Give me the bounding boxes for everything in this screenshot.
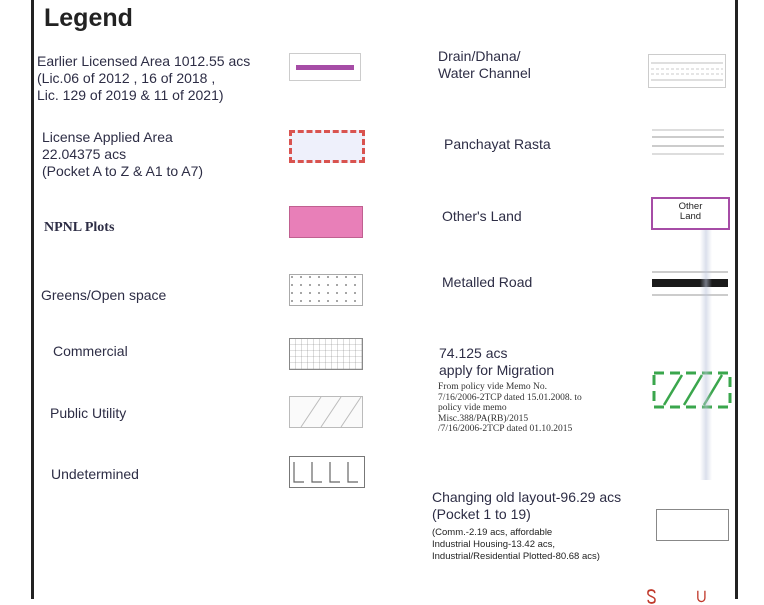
scan-smudge bbox=[700, 230, 712, 480]
green-hatched-box-symbol bbox=[652, 371, 732, 409]
hatched-box-symbol bbox=[289, 396, 363, 428]
metalled-road-label: Metalled Road bbox=[442, 274, 533, 290]
others-land-label: Other's Land bbox=[442, 208, 522, 224]
public-utility-label: Public Utility bbox=[50, 405, 127, 421]
panchayat-rasta-label: Panchayat Rasta bbox=[444, 136, 551, 152]
license-applied-area-label: License Applied Area 22.04375 acs (Pocke… bbox=[42, 129, 204, 179]
changing-old-layout-note: (Comm.-2.19 acs, affordable Industrial H… bbox=[432, 527, 600, 562]
migration-policy-note: From policy vide Memo No. 7/16/2006-2TCP… bbox=[438, 382, 582, 434]
npnl-plots-label: NPNL Plots bbox=[44, 220, 115, 235]
double-lines-symbol bbox=[652, 129, 724, 155]
empty-box-symbol bbox=[656, 509, 729, 541]
legend-title: Legend bbox=[44, 4, 133, 32]
earlier-licensed-area-label: Earlier Licensed Area 1012.55 acs (Lic.0… bbox=[37, 53, 251, 103]
commercial-label: Commercial bbox=[53, 343, 128, 359]
red-stamp-mark: ᔕ bbox=[639, 588, 660, 605]
other-land-box-text: Other Land bbox=[678, 201, 703, 222]
purple-line-symbol bbox=[289, 53, 361, 81]
black-road-band-symbol bbox=[652, 271, 728, 296]
dotted-box-symbol bbox=[289, 274, 363, 306]
pink-fill-symbol bbox=[289, 206, 363, 238]
migration-area-label: 74.125 acs apply for Migration bbox=[439, 345, 555, 378]
drain-water-channel-label: Drain/Dhana/ Water Channel bbox=[438, 48, 531, 81]
channel-lines-symbol bbox=[648, 54, 726, 88]
red-dashed-box-symbol bbox=[289, 130, 365, 163]
changing-old-layout-label: Changing old layout-96.29 acs (Pocket 1 … bbox=[432, 489, 622, 522]
greens-open-space-label: Greens/Open space bbox=[41, 287, 167, 303]
red-stamp-mark-2: ⊂ bbox=[691, 588, 712, 605]
L-pattern-box-symbol bbox=[289, 456, 365, 488]
other-land-box-symbol: Other Land bbox=[651, 197, 730, 230]
undetermined-label: Undetermined bbox=[51, 466, 139, 482]
grid-box-symbol bbox=[289, 338, 363, 370]
